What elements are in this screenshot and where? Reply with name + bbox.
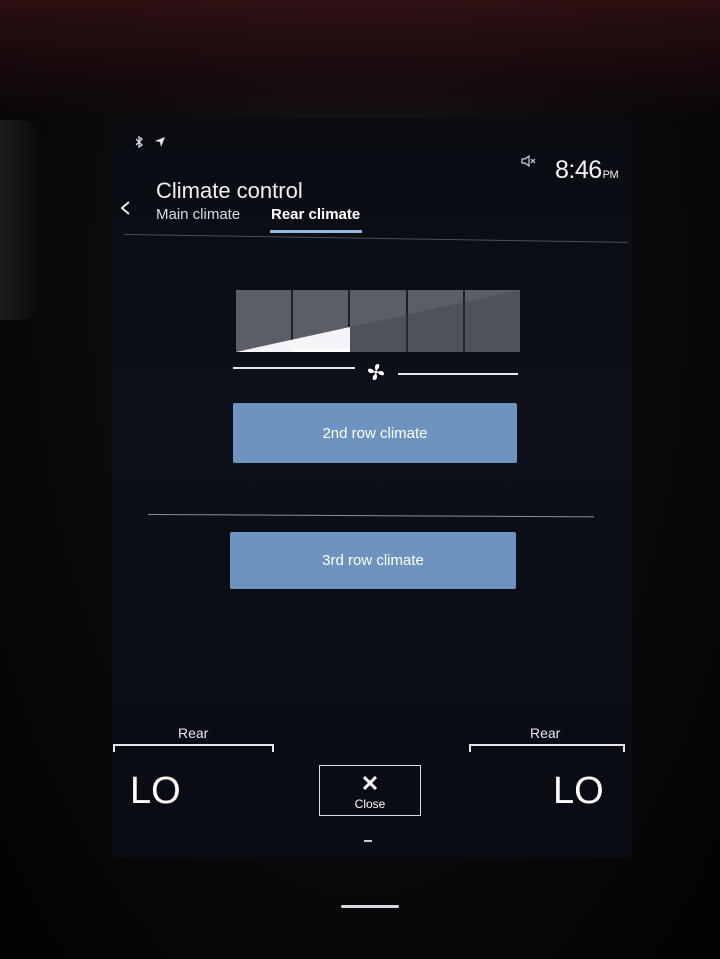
tab-rear-climate[interactable]: Rear climate <box>271 206 360 223</box>
fan-level-5[interactable] <box>464 290 521 352</box>
clock: 8:46PM <box>555 156 619 185</box>
status-icons <box>134 135 172 151</box>
fan-slider-track-right <box>398 373 518 375</box>
fan-icon <box>364 360 388 384</box>
rear-zone-label-left: Rear <box>178 725 209 741</box>
fan-slider-track-left <box>233 367 355 369</box>
speaker-muted-icon[interactable] <box>521 154 537 170</box>
tab-main-climate[interactable]: Main climate <box>156 206 240 223</box>
page-title: Climate control <box>156 178 303 203</box>
rear-temperature-right[interactable]: LO <box>553 770 604 813</box>
fan-level-2[interactable] <box>293 290 351 352</box>
second-row-climate-button[interactable]: 2nd row climate <box>233 403 517 463</box>
rear-zone-label-right: Rear <box>530 725 561 741</box>
close-label: Close <box>354 797 386 811</box>
rear-zone-bracket-left <box>113 744 274 752</box>
fan-level-3[interactable] <box>350 290 408 352</box>
navigation-arrow-icon <box>154 136 166 151</box>
fan-speed-selector <box>236 290 521 352</box>
fan-level-1[interactable] <box>236 290 294 352</box>
chevron-left-icon[interactable] <box>118 200 132 221</box>
home-indicator-dash <box>364 840 372 842</box>
clock-ampm: PM <box>602 169 619 181</box>
fan-level-indicator <box>294 349 350 352</box>
fan-level-4[interactable] <box>407 290 465 352</box>
rear-zone-bracket-right <box>469 744 625 752</box>
close-x-icon: ✕ <box>360 771 380 796</box>
close-button[interactable]: ✕ Close <box>319 765 421 816</box>
home-indicator-bar[interactable] <box>341 905 399 908</box>
third-row-climate-button[interactable]: 3rd row climate <box>230 532 516 589</box>
active-tab-indicator <box>270 230 362 233</box>
air-vent <box>0 120 40 320</box>
rear-temperature-left[interactable]: LO <box>130 770 181 813</box>
bluetooth-icon <box>134 135 148 151</box>
clock-time: 8:46 <box>555 156 602 184</box>
ambient-red-glow <box>0 0 720 120</box>
